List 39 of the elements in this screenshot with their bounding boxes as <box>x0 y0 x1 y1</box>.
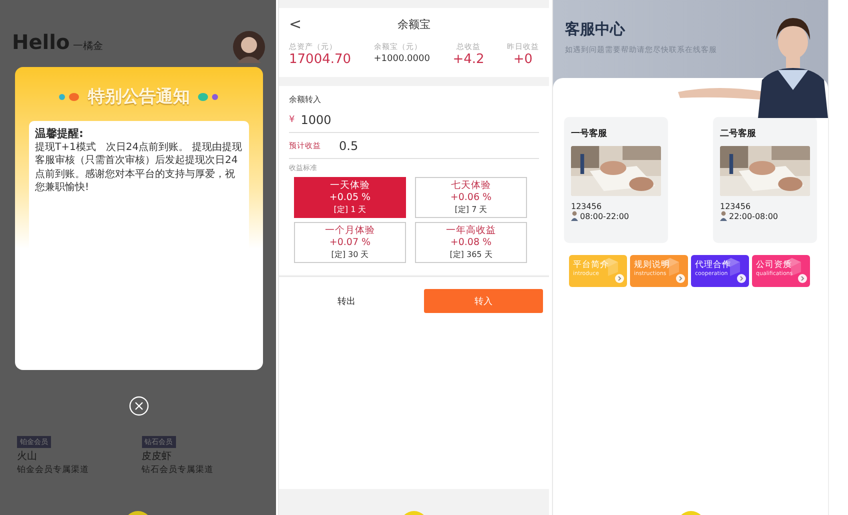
chevron-icon <box>615 274 624 283</box>
expected-value: 0.5 <box>339 139 358 153</box>
avatar-icon <box>232 30 266 64</box>
notice-text: 提现T+1模式 次日24点前到账。 提现由提现客服审核（只需首次审核）后发起提现次日24点前到账。感谢您对本平台的支持与厚爱，祝您兼职愉快! <box>35 140 243 194</box>
agent-id: 123456 <box>720 202 752 211</box>
member-description: 铂金会员专属渠道 <box>17 464 89 476</box>
close-icon[interactable] <box>129 396 149 416</box>
stat-value: +0 <box>513 52 533 67</box>
agent-id: 123456 <box>571 202 603 211</box>
brand-name: 一橘金 <box>72 40 103 53</box>
chevron-icon <box>798 274 807 283</box>
plan-option[interactable]: 一个月体验 +0.07 % [定] 30 天 <box>294 222 406 263</box>
back-button[interactable]: < <box>289 15 302 33</box>
agent-name: 一号客服 <box>571 127 608 140</box>
stat-value: +4.2 <box>452 52 484 67</box>
stat-value: +1000.0000 <box>374 54 430 64</box>
notice-heading: 温馨提醒: <box>35 127 84 140</box>
member-name: 皮皮虾 <box>142 450 172 463</box>
page-title: 客服中心 <box>565 20 626 39</box>
plan-option[interactable]: 一天体验 +0.05 % [定] 1 天 <box>294 177 406 218</box>
notice-title: 特别公告通知 <box>88 86 190 108</box>
agent-hours: 22:00-08:00 <box>729 212 778 220</box>
greeting: Hello <box>12 30 70 54</box>
amount-field[interactable]: ¥ 1000 <box>289 105 539 133</box>
member-name: 火山 <box>17 450 37 463</box>
plan-option[interactable]: 七天体验 +0.06 % [定] 7 天 <box>415 177 527 218</box>
page-title: 余额宝 <box>398 18 430 30</box>
person-icon <box>571 211 578 221</box>
plan-option[interactable]: 一年高收益 +0.08 % [定] 365 天 <box>415 222 527 263</box>
member-description: 钻石会员专属渠道 <box>142 464 214 476</box>
section-label: 余额转入 <box>289 94 322 105</box>
leaf-dots-icon <box>195 92 221 102</box>
agent-name: 二号客服 <box>720 127 757 140</box>
chevron-icon <box>676 274 685 283</box>
transfer-out-button[interactable]: 转出 <box>289 289 404 313</box>
person-icon <box>720 211 727 221</box>
agent-hours: 08:00-22:00 <box>580 212 629 220</box>
stat-value: 17004.70 <box>289 52 352 67</box>
chevron-icon <box>737 274 746 283</box>
